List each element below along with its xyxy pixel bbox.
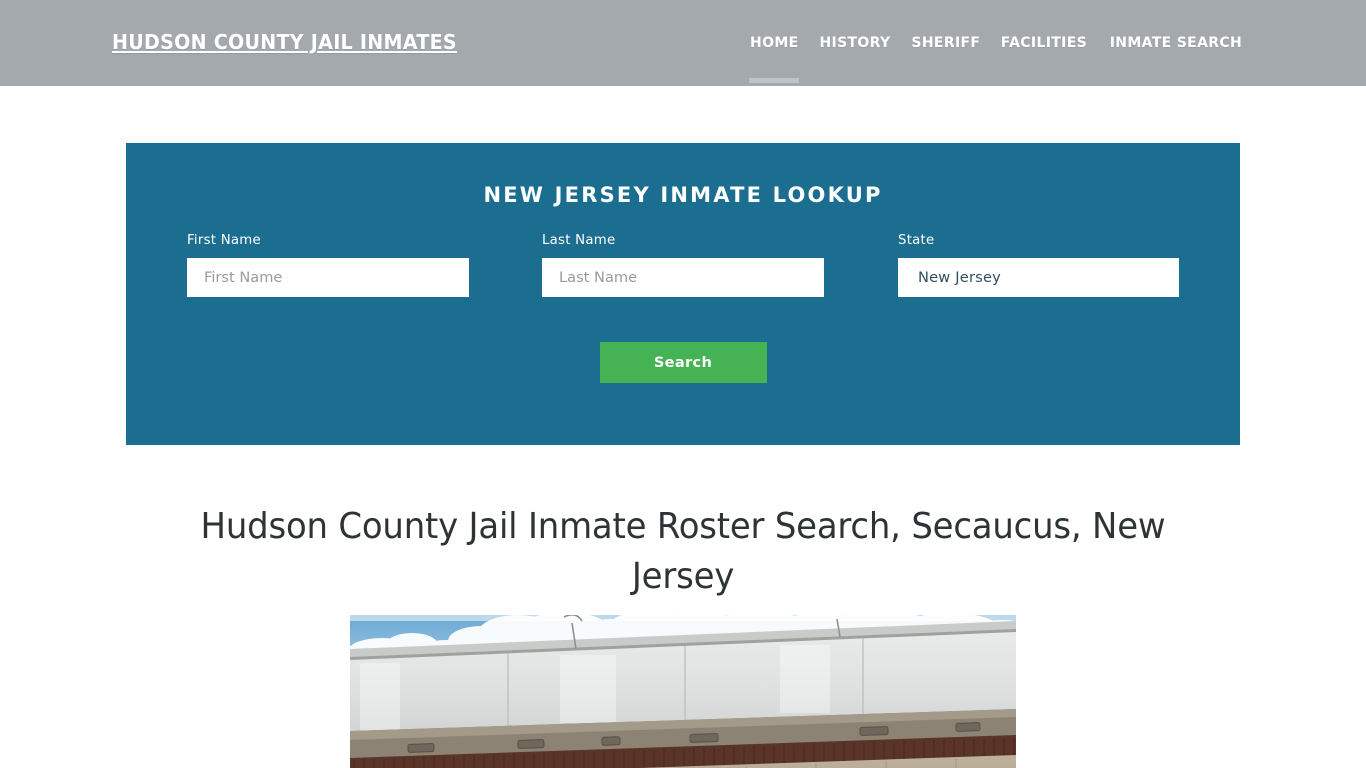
inmate-lookup-panel: New Jersey Inmate Lookup First Name Last… xyxy=(126,143,1240,445)
search-button-row: Search xyxy=(126,342,1240,383)
nav-item-sheriff[interactable]: Sheriff xyxy=(902,33,988,53)
jail-building-photo xyxy=(350,615,1016,768)
last-name-label: Last Name xyxy=(542,233,616,248)
nav-item-history[interactable]: History xyxy=(810,33,898,53)
site-header: Hudson County Jail Inmates Home History … xyxy=(0,0,1366,86)
first-name-field-group: First Name xyxy=(187,233,469,297)
search-fields-row: First Name Last Name State New Jersey xyxy=(126,233,1240,323)
last-name-field-group: Last Name xyxy=(542,233,824,297)
first-name-input[interactable] xyxy=(187,258,469,297)
state-field-group: State New Jersey xyxy=(898,233,1179,297)
nav-item-home[interactable]: Home xyxy=(741,33,807,53)
nav-item-facilities[interactable]: Facilities xyxy=(993,33,1097,53)
page-title: Hudson County Jail Inmate Roster Search,… xyxy=(200,506,1166,597)
site-brand-title[interactable]: Hudson County Jail Inmates xyxy=(112,30,457,54)
jail-building-illustration xyxy=(350,615,1016,768)
state-select[interactable]: New Jersey xyxy=(898,258,1179,297)
state-label: State xyxy=(898,233,935,248)
panel-title: New Jersey Inmate Lookup xyxy=(483,183,883,207)
main-navigation: Home History Sheriff Facilities Inmate S… xyxy=(740,33,1254,53)
last-name-input[interactable] xyxy=(542,258,824,297)
search-button[interactable]: Search xyxy=(599,342,767,383)
first-name-label: First Name xyxy=(187,233,261,248)
nav-item-inmate-search[interactable]: Inmate Search xyxy=(1101,33,1251,53)
